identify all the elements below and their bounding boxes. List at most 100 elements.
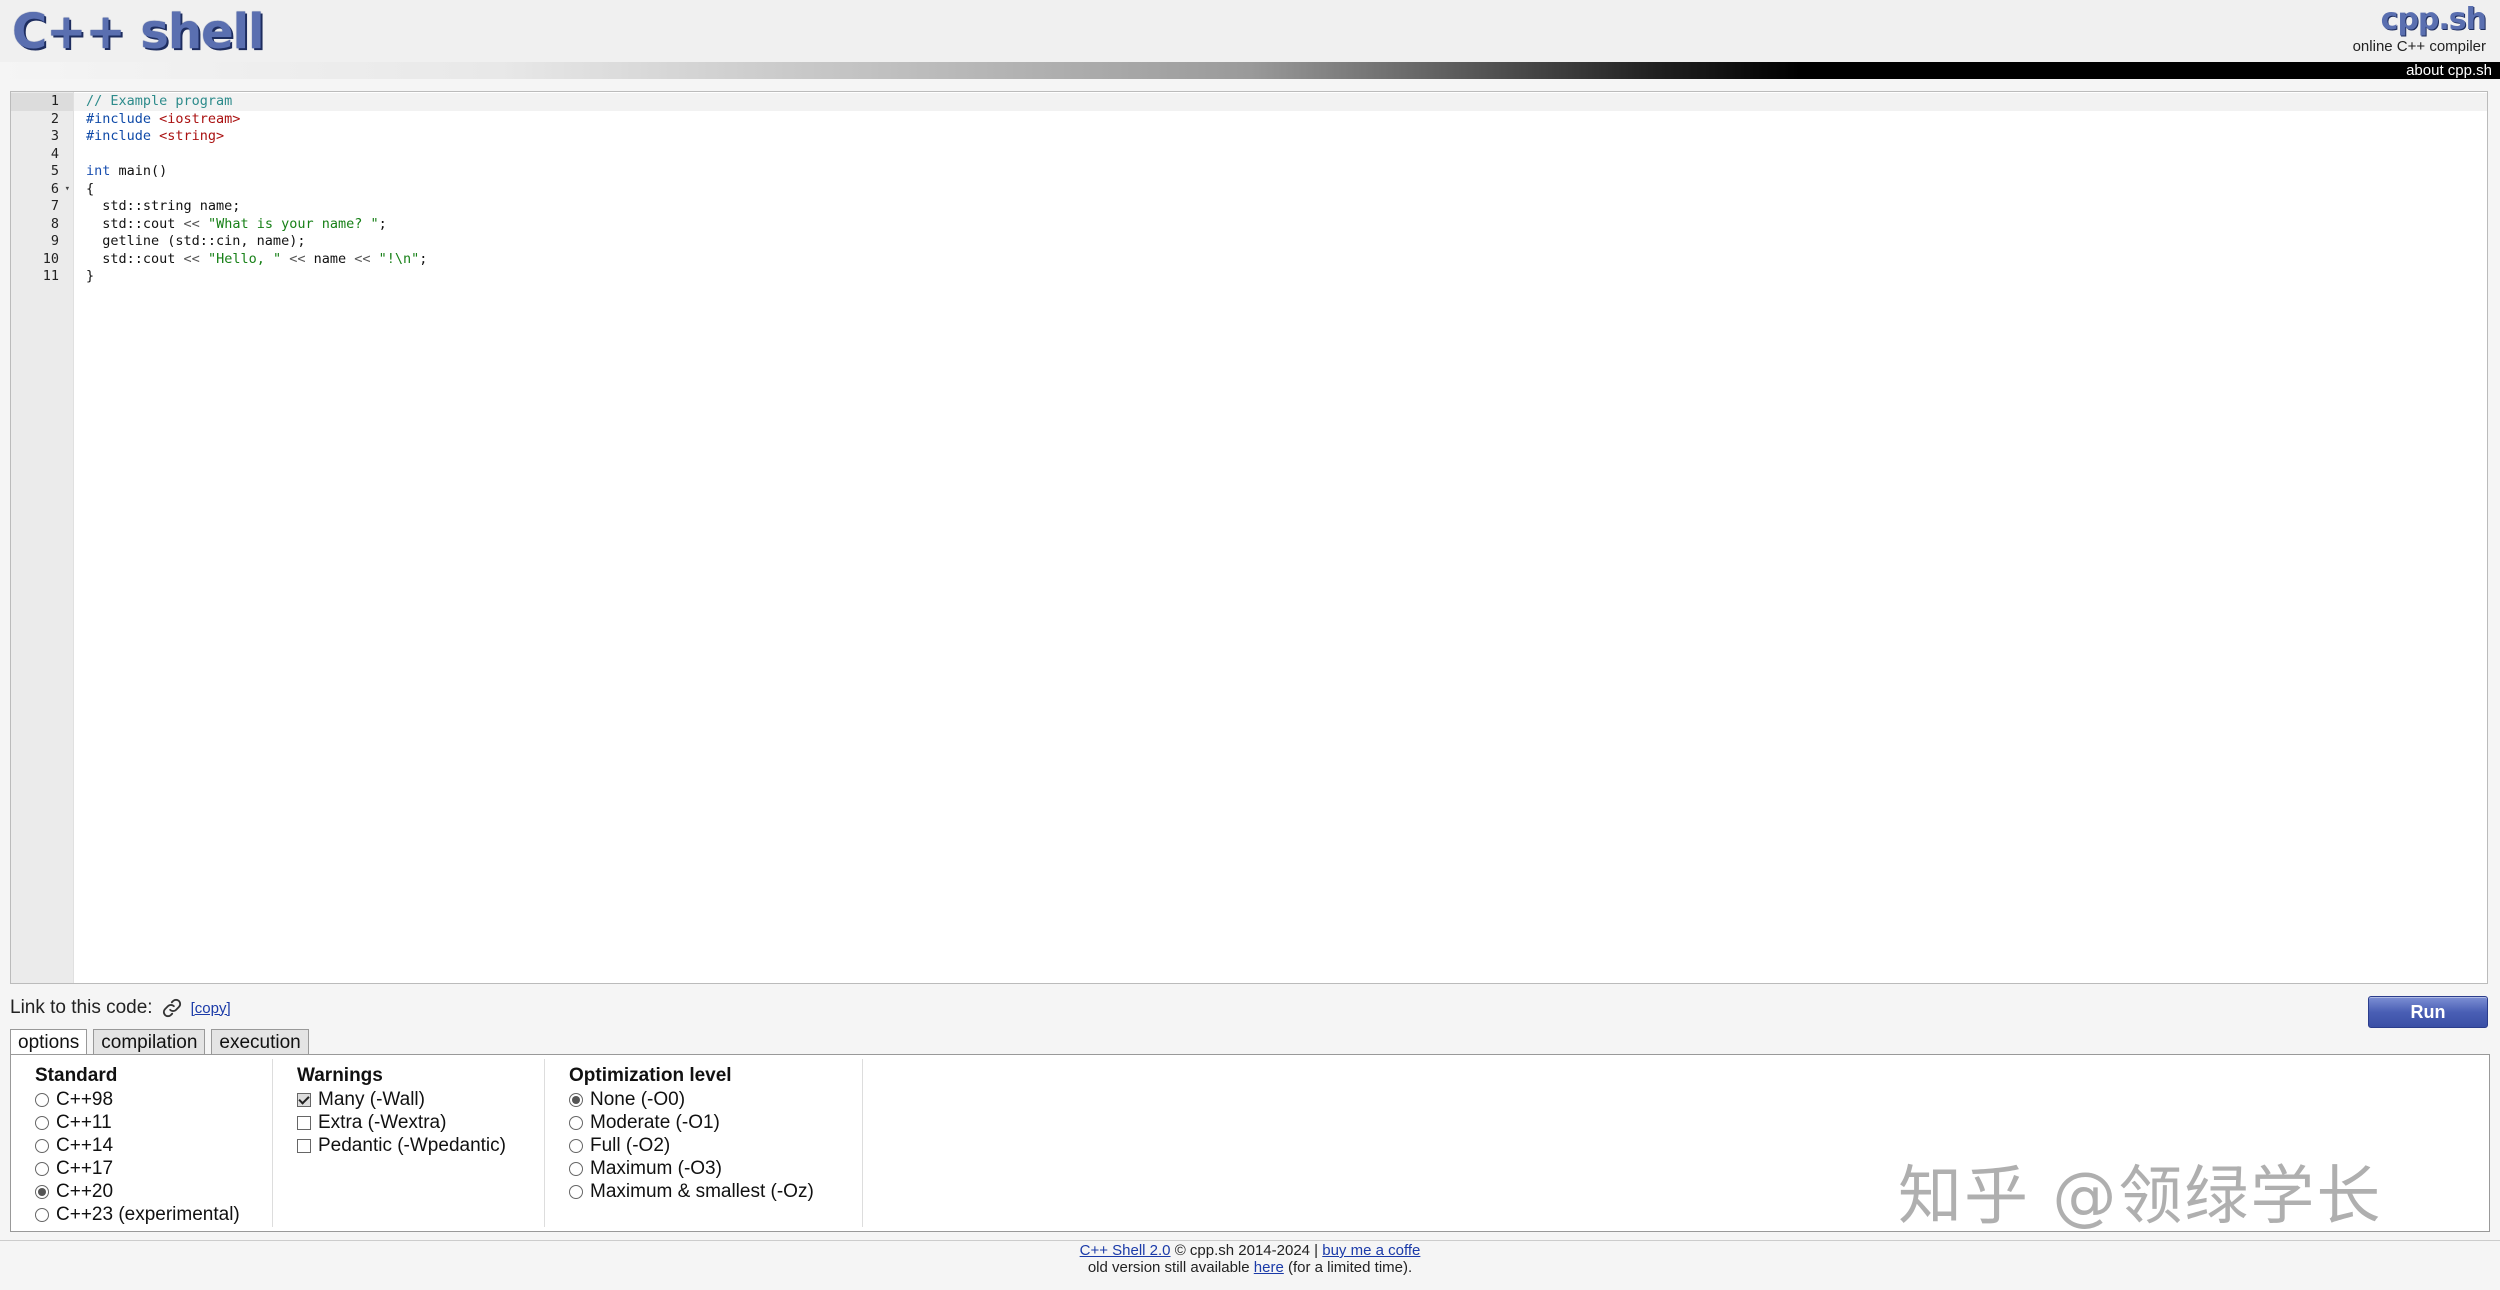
warnings-title: Warnings (297, 1065, 383, 1086)
checkbox[interactable] (297, 1115, 311, 1130)
code-token: std::cout (86, 215, 184, 232)
standard-option[interactable]: C++23 (experimental) (35, 1203, 272, 1226)
code-lines: // Example program #include <iostream> #in… (74, 93, 2487, 286)
code-token: ; (378, 215, 387, 232)
cpp-shell-version-link[interactable]: C++ Shell 2.0 (1080, 1242, 1171, 1259)
optimization-option[interactable]: Maximum & smallest (-Oz) (569, 1180, 862, 1203)
warnings-option[interactable]: Extra (-Wextra) (297, 1111, 544, 1134)
line-number: 4 (50, 145, 59, 162)
code-token: { (86, 180, 95, 197)
code-token: std::cout (86, 250, 184, 267)
code-line[interactable]: { (74, 181, 2487, 199)
line-number: 9 (50, 233, 59, 249)
old-version-text: old version still available (1087, 1259, 1254, 1276)
radio-button[interactable] (569, 1184, 583, 1199)
code-line[interactable]: std::cout << "Hello, " << name << "!\n"; (74, 251, 2487, 269)
code-line[interactable]: int main() (74, 163, 2487, 181)
code-line[interactable]: std::cout << "What is your name? "; (74, 216, 2487, 234)
code-token: } (86, 268, 95, 284)
code-token: getline (std::cin, name); (86, 233, 306, 249)
standard-option[interactable]: C++98 (35, 1088, 272, 1111)
option-label: Moderate (-O1) (590, 1111, 720, 1133)
checkbox[interactable] (297, 1138, 311, 1153)
option-label: C++17 (56, 1157, 114, 1179)
code-line[interactable]: getline (std::cin, name); (74, 233, 2487, 251)
standard-option[interactable]: C++17 (35, 1157, 272, 1180)
option-label: C++23 (experimental) (56, 1203, 240, 1225)
copyright-text: © cpp.sh 2014-2024 | (1170, 1242, 1323, 1259)
header: C++ shell cpp.sh online C++ compiler (0, 0, 2500, 62)
code-token: #include (86, 110, 160, 127)
radio-button[interactable] (569, 1138, 583, 1153)
buy-me-a-coffee-link[interactable]: buy me a coffe (1322, 1242, 1420, 1259)
code-editor[interactable]: 1 2 3 4 5 6 ▾ 7 8 9 10 11 // Example program #includ… (10, 91, 2488, 984)
standard-option[interactable]: C++11 (35, 1111, 272, 1134)
old-version-link[interactable]: here (1254, 1259, 1284, 1276)
line-number: 11 (42, 268, 59, 284)
option-label: C++20 (56, 1180, 114, 1202)
link-icon[interactable] (161, 997, 183, 1019)
line-number: 5 (50, 163, 59, 179)
code-token: << (183, 215, 200, 232)
line-number: 6 ▾ (50, 180, 70, 199)
code-token: << (346, 250, 379, 267)
radio-button[interactable] (35, 1092, 49, 1107)
radio-button[interactable] (35, 1207, 49, 1222)
radio-button[interactable] (35, 1161, 49, 1176)
optimization-option[interactable]: None (-O0) (569, 1088, 862, 1111)
warnings-option[interactable]: Pedantic (-Wpedantic) (297, 1134, 544, 1157)
standard-group: Standard C++98 C++11 C++14 C++17 C++20 C++23 (… (11, 1059, 273, 1227)
optimization-option[interactable]: Moderate (-O1) (569, 1111, 862, 1134)
warnings-option[interactable]: Many (-Wall) (297, 1088, 544, 1111)
radio-button[interactable] (569, 1161, 583, 1176)
option-label: Pedantic (-Wpedantic) (318, 1134, 506, 1156)
standard-option[interactable]: C++14 (35, 1134, 272, 1157)
optimization-group: Optimization level None (-O0) Moderate (-O… (545, 1059, 863, 1227)
fold-toggle-icon[interactable]: ▾ (65, 181, 70, 199)
warnings-group: Warnings Many (-Wall) Extra (-Wextra) Pedan… (273, 1059, 545, 1227)
line-number: 2 (50, 110, 59, 127)
about-link[interactable]: about cpp.sh (2406, 62, 2492, 79)
code-line[interactable]: #include <string> (74, 128, 2487, 146)
code-area[interactable]: // Example program #include <iostream> #in… (74, 92, 2487, 983)
brand-name[interactable]: cpp.sh (2381, 2, 2487, 37)
code-token: ; (419, 250, 428, 267)
radio-button[interactable] (569, 1115, 583, 1130)
radio-button[interactable] (35, 1115, 49, 1130)
code-line[interactable]: } (74, 268, 2487, 286)
logo[interactable]: C++ shell (12, 4, 265, 60)
line-number-gutter: 1 2 3 4 5 6 ▾ 7 8 9 10 11 (11, 92, 74, 983)
optimization-option[interactable]: Maximum (-O3) (569, 1157, 862, 1180)
tab-execution[interactable]: execution (211, 1029, 309, 1055)
code-token: << (281, 250, 314, 267)
option-label: Many (-Wall) (318, 1088, 425, 1110)
code-token: <string> (159, 128, 225, 144)
optimization-title: Optimization level (569, 1065, 732, 1086)
code-line[interactable] (74, 146, 2487, 164)
line-number: 1 (11, 93, 73, 111)
standard-option[interactable]: C++20 (35, 1180, 272, 1203)
code-line[interactable]: #include <iostream> (74, 111, 2487, 129)
radio-button[interactable] (35, 1184, 49, 1199)
copy-link[interactable]: [copy] (191, 1000, 231, 1017)
tab-compilation[interactable]: compilation (93, 1029, 206, 1055)
run-button[interactable]: Run (2368, 996, 2488, 1028)
radio-button[interactable] (35, 1138, 49, 1153)
tab-options[interactable]: options (10, 1029, 88, 1056)
option-label: C++98 (56, 1088, 114, 1110)
optimization-option[interactable]: Full (-O2) (569, 1134, 862, 1157)
option-label: Maximum (-O3) (590, 1157, 722, 1179)
line-number: 7 (50, 198, 59, 214)
code-token: "!\n" (378, 250, 420, 267)
tab-bar: options compilation execution (10, 1029, 309, 1056)
line-number: 3 (50, 128, 59, 144)
code-token: <iostream> (159, 110, 241, 127)
standard-title: Standard (35, 1065, 118, 1086)
code-token: // Example program (86, 93, 233, 109)
code-line[interactable]: std::string name; (74, 198, 2487, 216)
radio-button[interactable] (569, 1092, 583, 1107)
footer: C++ Shell 2.0 © cpp.sh 2014-2024 | buy m… (0, 1242, 2500, 1276)
code-line[interactable]: // Example program (74, 93, 2487, 111)
checkbox[interactable] (297, 1092, 311, 1107)
option-label: Maximum & smallest (-Oz) (590, 1180, 814, 1202)
